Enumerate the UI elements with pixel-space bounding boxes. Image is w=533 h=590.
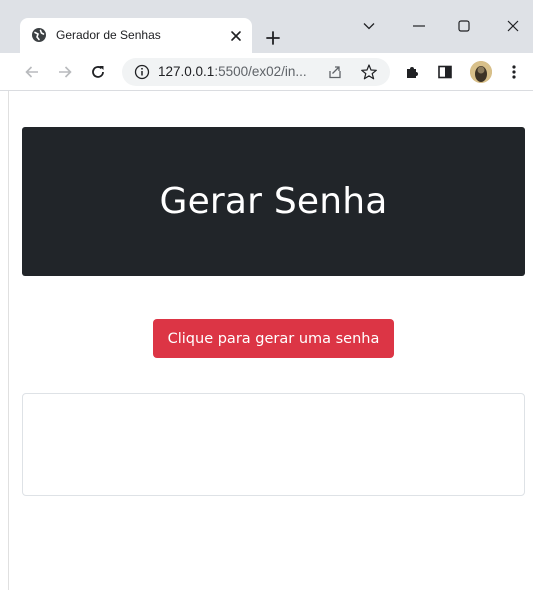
- tab-search-icon[interactable]: [354, 14, 384, 38]
- new-tab-icon[interactable]: [262, 27, 284, 49]
- hero-banner: Gerar Senha: [22, 127, 525, 276]
- profile-avatar[interactable]: [470, 61, 492, 83]
- menu-icon[interactable]: [505, 63, 523, 81]
- address-bar[interactable]: 127.0.0.1:5500/ex02/in...: [122, 58, 390, 86]
- tab-title: Gerador de Senhas: [56, 28, 161, 42]
- reload-icon[interactable]: [89, 63, 107, 81]
- browser-tabstrip: Gerador de Senhas: [0, 0, 533, 53]
- browser-tab-active[interactable]: Gerador de Senhas: [20, 18, 252, 53]
- url-path: :5500/ex02/in...: [214, 64, 307, 79]
- maximize-icon[interactable]: [449, 14, 479, 38]
- tab-close-icon[interactable]: [228, 28, 244, 44]
- close-icon[interactable]: [498, 14, 528, 38]
- page-viewport: Gerar Senha Clique para gerar uma senha: [0, 91, 533, 590]
- forward-arrow-icon[interactable]: [56, 63, 74, 81]
- info-icon[interactable]: [134, 64, 150, 80]
- browser-toolbar: 127.0.0.1:5500/ex02/in...: [0, 53, 533, 91]
- share-icon[interactable]: [327, 64, 343, 80]
- url-text[interactable]: 127.0.0.1:5500/ex02/in...: [158, 58, 307, 86]
- star-icon[interactable]: [360, 63, 378, 81]
- back-arrow-icon[interactable]: [23, 63, 41, 81]
- generate-password-button[interactable]: Clique para gerar uma senha: [153, 319, 394, 358]
- extensions-icon[interactable]: [403, 63, 421, 81]
- viewport-border: [8, 91, 9, 590]
- page-title: Gerar Senha: [159, 181, 388, 222]
- url-host: 127.0.0.1: [158, 64, 215, 79]
- side-panel-icon[interactable]: [436, 63, 454, 81]
- minimize-icon[interactable]: [404, 14, 434, 38]
- globe-icon: [31, 27, 47, 43]
- password-output-box[interactable]: [22, 393, 525, 496]
